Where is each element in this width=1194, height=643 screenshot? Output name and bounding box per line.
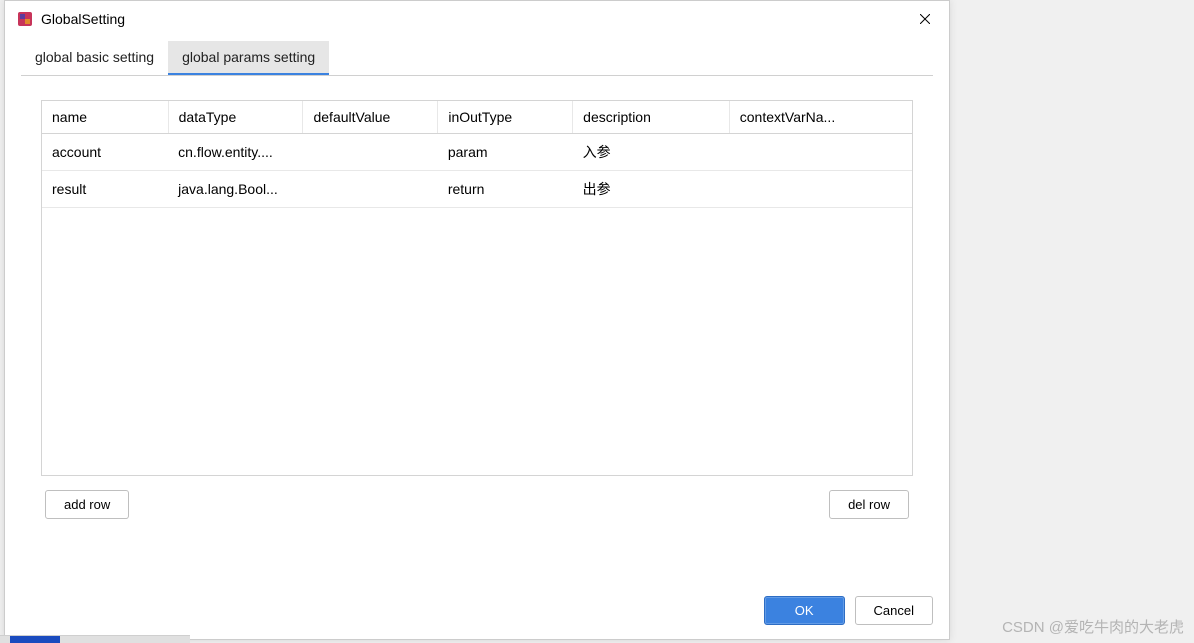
dialog-window: GlobalSetting global basic setting globa… bbox=[4, 0, 950, 640]
table-header-row: name dataType defaultValue inOutType des… bbox=[42, 101, 912, 134]
cell-description[interactable]: 出参 bbox=[573, 171, 730, 208]
tab-bar: global basic setting global params setti… bbox=[21, 41, 933, 76]
cell-name[interactable]: account bbox=[42, 134, 168, 171]
ok-button[interactable]: OK bbox=[764, 596, 845, 625]
cell-inouttype[interactable]: param bbox=[438, 134, 573, 171]
cell-name[interactable]: result bbox=[42, 171, 168, 208]
cancel-button[interactable]: Cancel bbox=[855, 596, 933, 625]
table-row[interactable]: result java.lang.Bool... return 出参 bbox=[42, 171, 912, 208]
cell-defaultvalue[interactable] bbox=[303, 134, 438, 171]
tab-global-params-setting[interactable]: global params setting bbox=[168, 41, 329, 75]
col-inouttype[interactable]: inOutType bbox=[438, 101, 573, 134]
table-action-row: add row del row bbox=[41, 490, 913, 519]
app-icon bbox=[17, 11, 33, 27]
dialog-footer: OK Cancel bbox=[5, 584, 949, 639]
cell-datatype[interactable]: cn.flow.entity.... bbox=[168, 134, 303, 171]
cell-contextvarname[interactable] bbox=[729, 134, 912, 171]
col-name[interactable]: name bbox=[42, 101, 168, 134]
table-row[interactable]: account cn.flow.entity.... param 入参 bbox=[42, 134, 912, 171]
col-contextvarname[interactable]: contextVarNa... bbox=[729, 101, 912, 134]
titlebar: GlobalSetting bbox=[5, 1, 949, 37]
col-defaultvalue[interactable]: defaultValue bbox=[303, 101, 438, 134]
col-description[interactable]: description bbox=[573, 101, 730, 134]
del-row-button[interactable]: del row bbox=[829, 490, 909, 519]
add-row-button[interactable]: add row bbox=[45, 490, 129, 519]
close-button[interactable] bbox=[909, 3, 941, 35]
cell-defaultvalue[interactable] bbox=[303, 171, 438, 208]
close-icon bbox=[920, 14, 930, 24]
cell-datatype[interactable]: java.lang.Bool... bbox=[168, 171, 303, 208]
params-table-container: name dataType defaultValue inOutType des… bbox=[41, 100, 913, 476]
window-title: GlobalSetting bbox=[41, 11, 909, 27]
watermark: CSDN @爱吃牛肉的大老虎 bbox=[1002, 616, 1184, 637]
cell-contextvarname[interactable] bbox=[729, 171, 912, 208]
cell-inouttype[interactable]: return bbox=[438, 171, 573, 208]
col-datatype[interactable]: dataType bbox=[168, 101, 303, 134]
content-area: name dataType defaultValue inOutType des… bbox=[5, 76, 949, 584]
tab-global-basic-setting[interactable]: global basic setting bbox=[21, 41, 168, 75]
cell-description[interactable]: 入参 bbox=[573, 134, 730, 171]
taskbar-active-indicator bbox=[10, 636, 60, 643]
params-table[interactable]: name dataType defaultValue inOutType des… bbox=[42, 101, 912, 208]
